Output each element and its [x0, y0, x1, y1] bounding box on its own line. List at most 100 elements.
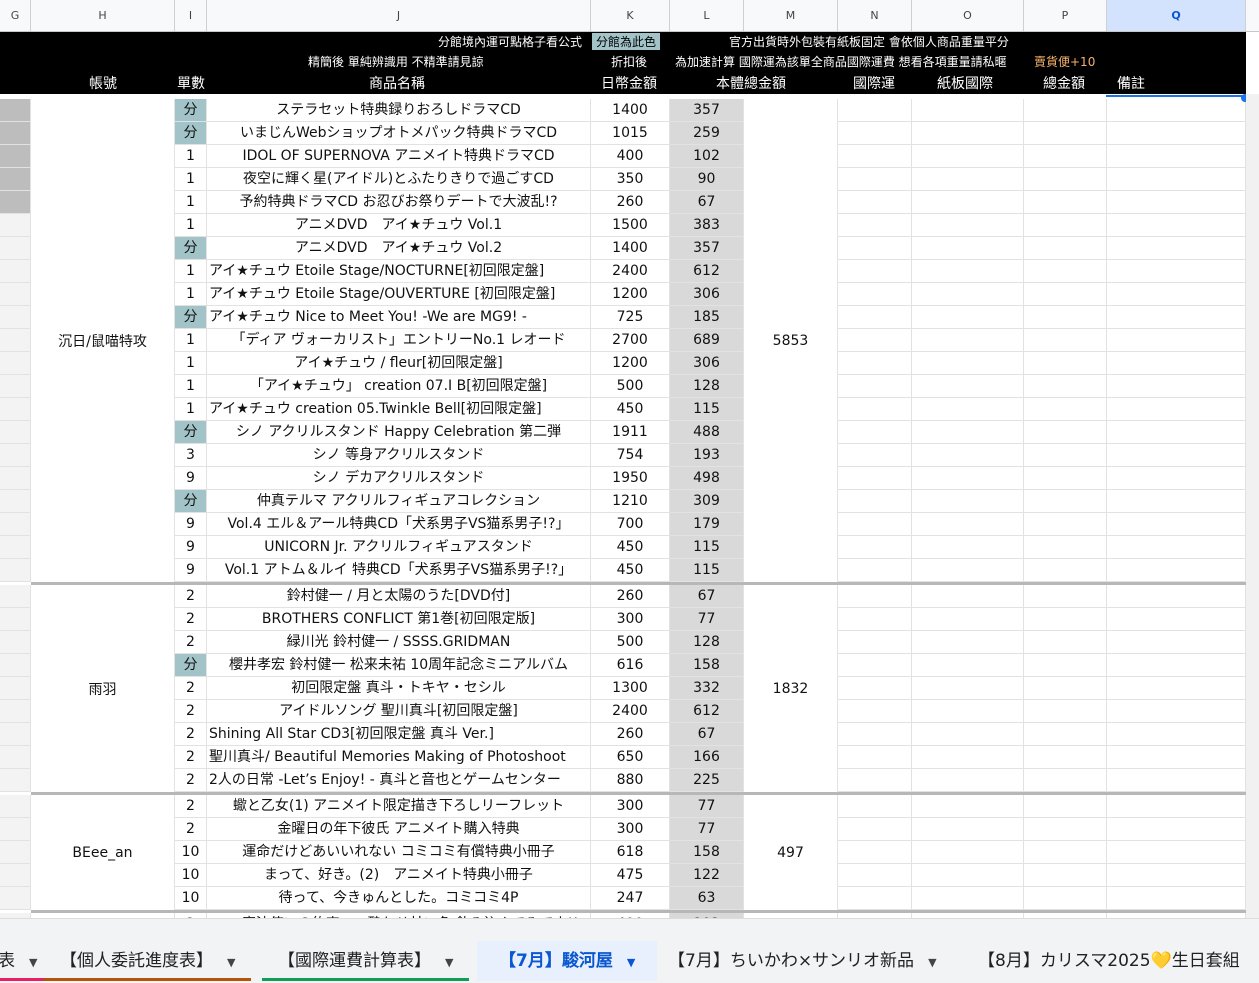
- jpy-cell[interactable]: 300: [591, 818, 670, 841]
- empty-cell[interactable]: [838, 329, 912, 352]
- empty-cell[interactable]: [838, 536, 912, 559]
- empty-cell[interactable]: [838, 513, 912, 536]
- product-name-cell[interactable]: アイ★チュウ Nice to Meet You! -We are MG9! -: [207, 306, 591, 329]
- product-name-cell[interactable]: 2人の日常 -Let’s Enjoy! - 真斗と音也とゲームセンター: [207, 769, 591, 792]
- qty-cell[interactable]: 1: [175, 283, 207, 306]
- qty-cell[interactable]: 10: [175, 864, 207, 887]
- empty-cell[interactable]: [838, 769, 912, 792]
- twd-cell[interactable]: 612: [670, 260, 744, 283]
- jpy-cell[interactable]: 880: [591, 769, 670, 792]
- jpy-cell[interactable]: 1015: [591, 122, 670, 145]
- twd-cell[interactable]: 383: [670, 214, 744, 237]
- empty-cell[interactable]: [838, 352, 912, 375]
- empty-cell[interactable]: [1107, 352, 1246, 375]
- body-total-cell[interactable]: 1832: [744, 585, 838, 792]
- product-name-cell[interactable]: 「アイ★チュウ」 creation 07.I B[初回限定盤]: [207, 375, 591, 398]
- empty-cell[interactable]: [838, 398, 912, 421]
- twd-cell[interactable]: 67: [670, 585, 744, 608]
- empty-cell[interactable]: [1024, 769, 1107, 792]
- empty-cell[interactable]: [1107, 723, 1246, 746]
- empty-cell[interactable]: [838, 818, 912, 841]
- row-handle[interactable]: [0, 723, 31, 746]
- twd-cell[interactable]: 67: [670, 191, 744, 214]
- product-name-cell[interactable]: いまじんWebショップオトメパック特典ドラマCD: [207, 122, 591, 145]
- twd-cell[interactable]: 259: [670, 122, 744, 145]
- jpy-cell[interactable]: 1950: [591, 467, 670, 490]
- empty-cell[interactable]: [1024, 214, 1107, 237]
- jpy-cell[interactable]: 700: [591, 513, 670, 536]
- qty-cell[interactable]: 2: [175, 608, 207, 631]
- empty-cell[interactable]: [912, 746, 1024, 769]
- twd-cell[interactable]: 102: [670, 145, 744, 168]
- empty-cell[interactable]: [912, 677, 1024, 700]
- empty-cell[interactable]: [838, 700, 912, 723]
- row-handle[interactable]: [0, 306, 31, 329]
- empty-cell[interactable]: [1024, 841, 1107, 864]
- empty-cell[interactable]: [912, 444, 1024, 467]
- row-handle[interactable]: [0, 168, 31, 191]
- empty-cell[interactable]: [912, 145, 1024, 168]
- product-name-cell[interactable]: シノ デカアクリルスタンド: [207, 467, 591, 490]
- product-name-cell[interactable]: 金曜日の年下彼氏 アニメイト購入特典: [207, 818, 591, 841]
- jpy-cell[interactable]: 650: [591, 746, 670, 769]
- twd-cell[interactable]: 306: [670, 283, 744, 306]
- twd-cell[interactable]: 357: [670, 237, 744, 260]
- row-handle[interactable]: [0, 631, 31, 654]
- twd-cell[interactable]: 77: [670, 795, 744, 818]
- empty-cell[interactable]: [912, 191, 1024, 214]
- product-name-cell[interactable]: BROTHERS CONFLICT 第1巻[初回限定版]: [207, 608, 591, 631]
- qty-cell[interactable]: 9: [175, 536, 207, 559]
- empty-cell[interactable]: [1107, 237, 1246, 260]
- product-name-cell[interactable]: UNICORN Jr. アクリルフィギュアスタンド: [207, 536, 591, 559]
- empty-cell[interactable]: [1024, 513, 1107, 536]
- column-header-k[interactable]: K: [591, 0, 670, 31]
- jpy-cell[interactable]: 754: [591, 444, 670, 467]
- qty-cell[interactable]: 分: [175, 237, 207, 260]
- jpy-cell[interactable]: 1210: [591, 490, 670, 513]
- empty-cell[interactable]: [1024, 654, 1107, 677]
- jpy-cell[interactable]: 500: [591, 375, 670, 398]
- empty-cell[interactable]: [1024, 375, 1107, 398]
- empty-cell[interactable]: [1107, 818, 1246, 841]
- jpy-cell[interactable]: 725: [591, 306, 670, 329]
- empty-cell[interactable]: [1107, 864, 1246, 887]
- empty-cell[interactable]: [912, 375, 1024, 398]
- empty-cell[interactable]: [838, 677, 912, 700]
- row-handle[interactable]: [0, 841, 31, 864]
- empty-cell[interactable]: [838, 168, 912, 191]
- empty-cell[interactable]: [838, 237, 912, 260]
- qty-cell[interactable]: 1: [175, 145, 207, 168]
- row-handle[interactable]: [0, 398, 31, 421]
- empty-cell[interactable]: [838, 490, 912, 513]
- row-handle[interactable]: [0, 329, 31, 352]
- twd-cell[interactable]: 179: [670, 513, 744, 536]
- empty-cell[interactable]: [838, 864, 912, 887]
- empty-cell[interactable]: [912, 329, 1024, 352]
- twd-cell[interactable]: 115: [670, 536, 744, 559]
- empty-cell[interactable]: [1024, 168, 1107, 191]
- tab-menu-chevron-icon[interactable]: ▼: [928, 956, 936, 969]
- product-name-cell[interactable]: 運命だけどあいいれない コミコミ有償特典小冊子: [207, 841, 591, 864]
- empty-cell[interactable]: [838, 608, 912, 631]
- row-handle[interactable]: [0, 421, 31, 444]
- qty-cell[interactable]: 1: [175, 168, 207, 191]
- empty-cell[interactable]: [1024, 559, 1107, 582]
- empty-cell[interactable]: [838, 631, 912, 654]
- sheet-tab[interactable]: 【個人委託進度表】 ▼: [44, 941, 252, 981]
- qty-cell[interactable]: 10: [175, 887, 207, 910]
- empty-cell[interactable]: [912, 795, 1024, 818]
- column-header-i[interactable]: I: [175, 0, 207, 31]
- row-handle[interactable]: [0, 746, 31, 769]
- empty-cell[interactable]: [1107, 145, 1246, 168]
- row-handle[interactable]: [0, 677, 31, 700]
- product-name-cell[interactable]: 仲真テルマ アクリルフィギュアコレクション: [207, 490, 591, 513]
- empty-cell[interactable]: [1107, 444, 1246, 467]
- qty-cell[interactable]: 9: [175, 467, 207, 490]
- row-handle[interactable]: [0, 467, 31, 490]
- empty-cell[interactable]: [912, 631, 1024, 654]
- qty-cell[interactable]: 2: [175, 818, 207, 841]
- empty-cell[interactable]: [1107, 467, 1246, 490]
- qty-cell[interactable]: 9: [175, 513, 207, 536]
- empty-cell[interactable]: [912, 700, 1024, 723]
- product-name-cell[interactable]: アニメDVD アイ★チュウ Vol.1: [207, 214, 591, 237]
